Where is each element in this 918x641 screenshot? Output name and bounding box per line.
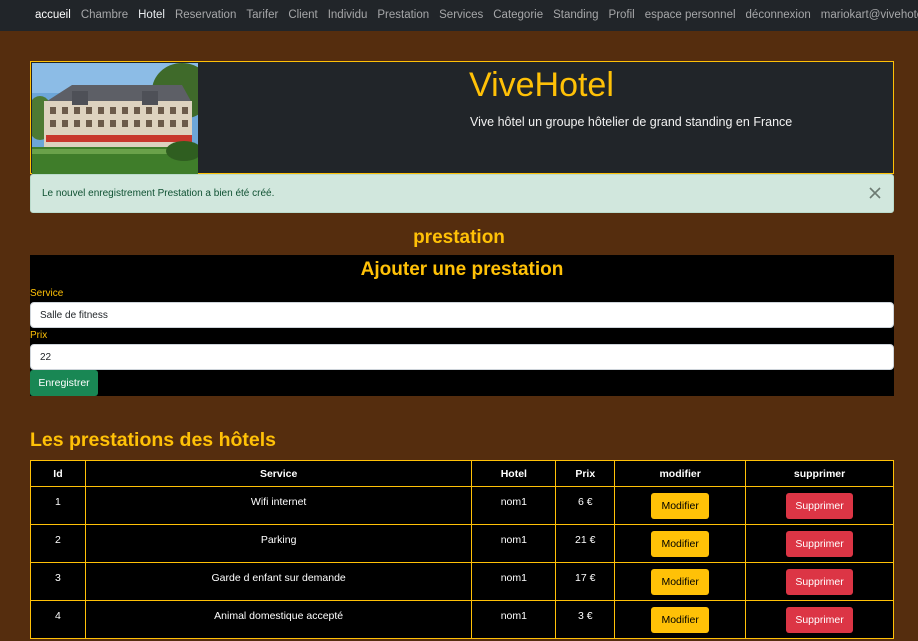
cell-supprimer: Supprimer	[745, 486, 894, 525]
cell-id: 1	[30, 486, 86, 525]
cell-prix: 6 €	[555, 486, 616, 525]
alert-message: Le nouvel enregistrement Prestation a bi…	[42, 188, 275, 199]
cell-prix: 21 €	[555, 524, 616, 563]
table-header-row: Id Service Hotel Prix modifier supprimer	[30, 460, 894, 487]
cell-service: Wifi internet	[84, 486, 473, 525]
nav-link-chambre[interactable]: Chambre	[81, 9, 128, 22]
add-prestation-form: Ajouter une prestation Service Prix Enre…	[30, 255, 894, 396]
cell-id: 2	[30, 524, 86, 563]
column-header-id: Id	[30, 460, 86, 487]
column-header-modifier: modifier	[614, 460, 747, 487]
delete-button[interactable]: Supprimer	[786, 569, 854, 595]
form-title: Ajouter une prestation	[360, 259, 564, 280]
cell-modifier: Modifier	[614, 524, 747, 563]
column-header-prix: Prix	[555, 460, 616, 487]
cell-supprimer: Supprimer	[745, 562, 894, 601]
nav-link-client[interactable]: Client	[288, 9, 317, 22]
table-row: 2 Parking nom1 21 € Modifier Supprimer	[30, 524, 894, 563]
nav-link-user-email[interactable]: mariokart@vivehotel.fr	[821, 9, 918, 22]
cell-supprimer: Supprimer	[745, 524, 894, 563]
nav-link-standing[interactable]: Standing	[553, 9, 598, 22]
cell-hotel: nom1	[471, 600, 557, 639]
delete-button[interactable]: Supprimer	[786, 607, 854, 633]
nav-link-hotel[interactable]: Hotel	[138, 9, 165, 22]
save-button[interactable]: Enregistrer	[30, 370, 98, 396]
edit-button[interactable]: Modifier	[651, 569, 710, 595]
cell-prix: 3 €	[555, 600, 616, 639]
table-row: 1 Wifi internet nom1 6 € Modifier Suppri…	[30, 486, 894, 525]
cell-hotel: nom1	[471, 562, 557, 601]
cell-service: Garde d enfant sur demande	[84, 562, 473, 601]
service-input[interactable]	[30, 302, 894, 328]
nav-link-profil[interactable]: Profil	[609, 9, 635, 22]
prix-input[interactable]	[30, 344, 894, 370]
edit-button[interactable]: Modifier	[651, 493, 710, 519]
prix-label: Prix	[30, 330, 48, 341]
cell-hotel: nom1	[471, 486, 557, 525]
cell-id: 4	[30, 600, 86, 639]
nav-link-services[interactable]: Services	[439, 9, 483, 22]
edit-button[interactable]: Modifier	[651, 607, 710, 633]
cell-modifier: Modifier	[614, 600, 747, 639]
delete-button[interactable]: Supprimer	[786, 531, 854, 557]
nav-link-prestation[interactable]: Prestation	[377, 9, 429, 22]
column-header-service: Service	[84, 460, 473, 487]
column-header-hotel: Hotel	[471, 460, 557, 487]
success-alert: Le nouvel enregistrement Prestation a bi…	[30, 174, 894, 213]
nav-link-espace-personnel[interactable]: espace personnel	[645, 9, 736, 22]
brand-title: ViveHotel	[469, 66, 614, 104]
cell-hotel: nom1	[471, 524, 557, 563]
cell-service: Animal domestique accepté	[84, 600, 473, 639]
table-row: 3 Garde d enfant sur demande nom1 17 € M…	[30, 562, 894, 601]
cell-supprimer: Supprimer	[745, 600, 894, 639]
cell-prix: 17 €	[555, 562, 616, 601]
service-label: Service	[30, 288, 64, 299]
header-banner: ViveHotel Vive hôtel un groupe hôtelier …	[30, 61, 894, 174]
nav-link-categorie[interactable]: Categorie	[493, 9, 543, 22]
nav-link-accueil[interactable]: accueil	[35, 9, 71, 22]
nav-link-deconnexion[interactable]: déconnexion	[746, 9, 811, 22]
column-header-supprimer: supprimer	[745, 460, 894, 487]
services-table: Id Service Hotel Prix modifier supprimer…	[30, 460, 894, 639]
nav-link-individu[interactable]: Individu	[328, 9, 368, 22]
list-title: Les prestations des hôtels	[30, 429, 276, 451]
cell-id: 3	[30, 562, 86, 601]
brand-subtitle: Vive hôtel un groupe hôtelier de grand s…	[470, 115, 793, 129]
cell-service: Parking	[84, 524, 473, 563]
cell-modifier: Modifier	[614, 486, 747, 525]
delete-button[interactable]: Supprimer	[786, 493, 854, 519]
edit-button[interactable]: Modifier	[651, 531, 710, 557]
top-navbar: accueil Chambre Hotel Reservation Tarife…	[0, 0, 918, 31]
page-title: prestation	[413, 227, 505, 248]
nav-link-reservation[interactable]: Reservation	[175, 9, 236, 22]
table-row: 4 Animal domestique accepté nom1 3 € Mod…	[30, 600, 894, 639]
nav-link-tarifer[interactable]: Tarifer	[246, 9, 278, 22]
hotel-photo	[32, 63, 198, 174]
cell-modifier: Modifier	[614, 562, 747, 601]
close-icon[interactable]	[867, 185, 883, 201]
